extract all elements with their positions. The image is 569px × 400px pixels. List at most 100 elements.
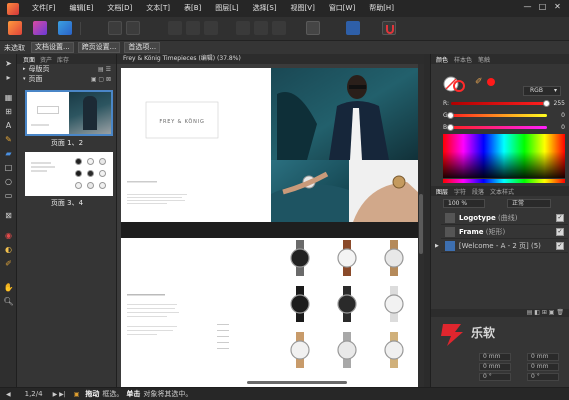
prev-spread-icon[interactable]: ◀ bbox=[6, 391, 11, 398]
menu-select[interactable]: 选择[S] bbox=[246, 0, 284, 17]
menu-file[interactable]: 文件[F] bbox=[25, 0, 63, 17]
layer-row-logotype[interactable]: Logotype (曲线) ✓ bbox=[441, 212, 568, 225]
menu-table[interactable]: 表[B] bbox=[177, 0, 208, 17]
spread-setup-button[interactable]: 跨页设置... bbox=[77, 42, 121, 53]
view-mode-icon[interactable] bbox=[306, 21, 320, 35]
artistic-text-tool-icon[interactable]: A bbox=[3, 120, 14, 131]
menu-help[interactable]: 帮助[H] bbox=[362, 0, 401, 17]
transform-shear-field[interactable]: 0 ° bbox=[527, 373, 559, 381]
color-mode-select[interactable]: RGB ▾ bbox=[523, 86, 561, 96]
red-track[interactable] bbox=[451, 99, 550, 107]
arrange-front-icon[interactable] bbox=[272, 21, 286, 35]
rectangle-tool-icon[interactable]: □ bbox=[3, 162, 14, 173]
tab-stroke[interactable]: 笔触 bbox=[478, 55, 490, 64]
menu-view[interactable]: 视图[V] bbox=[284, 0, 322, 17]
photo-persona-icon[interactable] bbox=[33, 21, 47, 35]
designer-persona-icon[interactable] bbox=[58, 21, 72, 35]
menu-window[interactable]: 窗口[W] bbox=[322, 0, 362, 17]
pen-tool-icon[interactable]: ✎ bbox=[3, 134, 14, 145]
tab-color[interactable]: 颜色 bbox=[436, 55, 448, 64]
tab-text-styles[interactable]: 文本样式 bbox=[490, 187, 514, 196]
menu-document[interactable]: 文档[D] bbox=[100, 0, 139, 17]
tab-stock[interactable]: 库存 bbox=[57, 55, 69, 64]
layer-visibility-checkbox[interactable]: ✓ bbox=[556, 228, 564, 236]
pages-row[interactable]: ▾ 页面 ▣ ▢ ⊠ bbox=[17, 74, 116, 84]
panel-options-icon[interactable]: ▤ ☰ bbox=[98, 66, 111, 73]
align-icon[interactable] bbox=[186, 21, 200, 35]
green-track[interactable] bbox=[447, 111, 547, 119]
transform-y-field[interactable]: 0 mm bbox=[527, 353, 559, 361]
transform-w-field[interactable]: 0 mm bbox=[479, 363, 511, 371]
layer-row-master[interactable]: ▶ [Welcome - A - 2 页] (5) ✓ bbox=[435, 240, 568, 253]
node-tool-icon[interactable]: ▸ bbox=[3, 72, 14, 83]
current-color-swatch[interactable] bbox=[487, 78, 495, 86]
arrange-back-icon[interactable] bbox=[236, 21, 250, 35]
minimize-button[interactable]: — bbox=[520, 0, 535, 14]
layer-row-frame[interactable]: Frame (矩形) ✓ bbox=[441, 226, 568, 239]
transparency-tool-icon[interactable]: ◐ bbox=[3, 244, 14, 255]
tab-paragraph[interactable]: 段落 bbox=[472, 187, 484, 196]
hue-strip[interactable] bbox=[443, 179, 565, 183]
red-slider[interactable]: R: 255 bbox=[443, 99, 565, 107]
color-picker-tool-icon[interactable]: ✐ bbox=[3, 258, 14, 269]
transform-h-field[interactable]: 0 mm bbox=[527, 363, 559, 371]
opacity-field[interactable]: 100 % bbox=[443, 199, 485, 208]
fill-stroke-swatch[interactable] bbox=[443, 74, 469, 94]
picture-frame-tool-icon[interactable]: ⊠ bbox=[3, 210, 14, 221]
master-pages-row[interactable]: ▸ 母版页 ▤ ☰ bbox=[17, 64, 116, 74]
green-slider-knob[interactable] bbox=[447, 111, 454, 119]
zoom-tool-icon[interactable]: 🔍︎ bbox=[3, 296, 14, 307]
blue-value[interactable]: 0 bbox=[547, 124, 565, 131]
page-indicator[interactable]: 1,2/4 bbox=[25, 390, 43, 398]
blend-mode-select[interactable]: 正常 bbox=[507, 199, 551, 208]
move-tool-icon[interactable]: ➤ bbox=[3, 58, 14, 69]
fill-tool-icon[interactable]: ◉ bbox=[3, 230, 14, 241]
arrange-forward-icon[interactable] bbox=[254, 21, 268, 35]
snap-icon[interactable] bbox=[168, 21, 182, 35]
document-canvas[interactable]: Frey & König Timepieces (编辑) (37.8%) FRE… bbox=[117, 54, 424, 387]
shapes-tool-icon[interactable]: ▭ bbox=[3, 190, 14, 201]
frame-text-tool-icon[interactable]: ▦ bbox=[3, 92, 14, 103]
publisher-persona-icon[interactable] bbox=[8, 21, 22, 35]
hand-tool-icon[interactable]: ✋ bbox=[3, 282, 14, 293]
menu-edit[interactable]: 编辑[E] bbox=[63, 0, 101, 17]
tab-pages[interactable]: 页面 bbox=[23, 55, 35, 64]
next-spread-icon[interactable]: ▶ ▶| bbox=[53, 391, 66, 398]
page-actions-icon[interactable]: ▣ ▢ ⊠ bbox=[91, 76, 111, 83]
layer-visibility-checkbox[interactable]: ✓ bbox=[556, 242, 564, 250]
tab-assets[interactable]: 资产 bbox=[40, 55, 52, 64]
document-setup-button[interactable]: 文档设置... bbox=[31, 42, 74, 53]
menu-layer[interactable]: 图层[L] bbox=[208, 0, 245, 17]
picture-frame-icon[interactable] bbox=[346, 21, 360, 35]
preferences-button[interactable]: 首选项... bbox=[124, 42, 161, 53]
vertical-scrollbar-thumb[interactable] bbox=[419, 194, 423, 254]
green-value[interactable]: 0 bbox=[547, 112, 565, 119]
menu-text[interactable]: 文本[T] bbox=[139, 0, 177, 17]
eyedropper-icon[interactable]: ✐ bbox=[475, 77, 483, 87]
table-tool-icon[interactable]: ⊞ bbox=[3, 106, 14, 117]
text-frame-icon[interactable] bbox=[204, 21, 218, 35]
close-button[interactable]: ✕ bbox=[550, 0, 565, 14]
green-slider[interactable]: G: 0 bbox=[443, 111, 565, 119]
page-thumbnail-3-4[interactable] bbox=[25, 152, 113, 196]
layer-actions-icon[interactable]: ▤ ◧ ⊞ ▣ 🗑︎ bbox=[527, 309, 564, 316]
tab-layers[interactable]: 图层 bbox=[436, 187, 448, 196]
blue-track[interactable] bbox=[447, 123, 547, 131]
transform-x-field[interactable]: 0 mm bbox=[479, 353, 511, 361]
transform-rotation-field[interactable]: 0 ° bbox=[479, 373, 511, 381]
color-spectrum[interactable] bbox=[443, 134, 565, 178]
maximize-button[interactable]: □ bbox=[535, 0, 550, 14]
blue-slider[interactable]: B: 0 bbox=[443, 123, 565, 131]
pencil-tool-icon[interactable]: ▰ bbox=[3, 148, 14, 159]
tab-swatches[interactable]: 样本色 bbox=[454, 55, 472, 64]
page-thumbnail-1-2[interactable] bbox=[25, 90, 113, 136]
layer-visibility-checkbox[interactable]: ✓ bbox=[556, 214, 564, 222]
vertical-scrollbar[interactable] bbox=[418, 64, 424, 387]
horizontal-scrollbar-thumb[interactable] bbox=[247, 381, 347, 384]
red-slider-knob[interactable] bbox=[543, 99, 550, 107]
tab-character[interactable]: 字符 bbox=[454, 187, 466, 196]
snapping-magnet-icon[interactable] bbox=[382, 21, 396, 35]
chevron-right-icon[interactable]: ▶ bbox=[435, 243, 439, 249]
blue-slider-knob[interactable] bbox=[447, 123, 454, 131]
ellipse-tool-icon[interactable]: ○ bbox=[3, 176, 14, 187]
